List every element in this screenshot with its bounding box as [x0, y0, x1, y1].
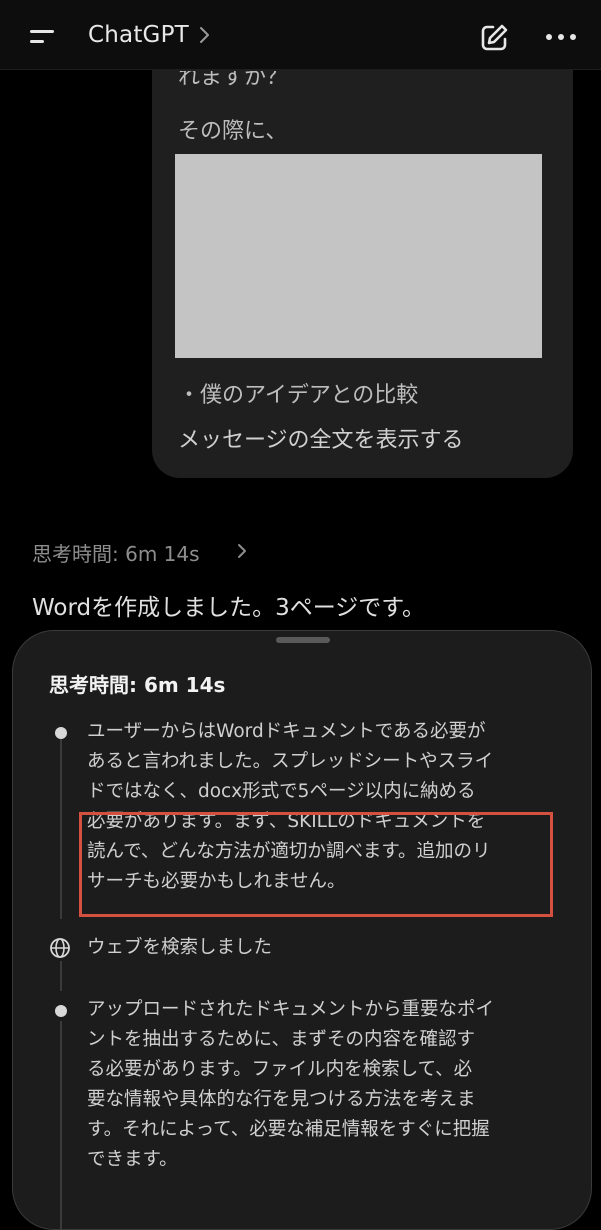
app-title[interactable]: ChatGPT [88, 22, 189, 48]
user-message-line: その際に、 [178, 119, 288, 144]
redacted-block [175, 154, 542, 358]
user-message-line: れますか？ [178, 71, 289, 90]
timeline-connector [60, 739, 62, 919]
timeline-connector [60, 961, 62, 991]
sheet-grabber[interactable] [276, 637, 330, 643]
globe-icon [50, 938, 70, 958]
thought-line: ドではなく、docx形式で5ページ以内に納める [87, 781, 476, 802]
assistant-reply: Wordを作成しました。3ページです。 [32, 595, 425, 621]
timeline-connector [60, 1021, 62, 1229]
thought-line: できます。 [87, 1149, 178, 1170]
thought-line: あると言われました。スプレッドシートやスライ [87, 751, 494, 772]
thought-line: る必要があります。ファイル内を検索して、必 [87, 1059, 473, 1080]
thought-line: 要な情報や具体的な行を見つける方法を考えま [87, 1089, 476, 1110]
more-icon[interactable] [543, 30, 579, 44]
thought-line: ユーザーからはWordドキュメントである必要が [87, 721, 486, 742]
thought-line: アップロードされたドキュメントから重要なポイ [87, 999, 495, 1020]
thought-line: ントを抽出するために、まずその内容を確認す [87, 1029, 475, 1050]
chevron-right-icon[interactable] [236, 543, 248, 559]
sheet-title: 思考時間: 6m 14s [49, 673, 226, 697]
step-bullet [55, 1005, 67, 1017]
step-bullet [55, 727, 67, 739]
top-bar: ChatGPT [0, 0, 601, 70]
thought-step: アップロードされたドキュメントから重要なポイ ントを抽出するために、まずその内容… [87, 995, 494, 1175]
user-message-content: れますか？ その際に、 ・僕のアイデアとの比較 メッセージの全文を表示する [152, 71, 573, 481]
thinking-time-summary[interactable]: 思考時間: 6m 14s [32, 538, 200, 567]
new-chat-icon[interactable] [478, 22, 510, 54]
web-search-step[interactable]: ウェブを検索しました [87, 933, 272, 963]
show-full-message-link[interactable]: メッセージの全文を表示する [178, 422, 464, 454]
thinking-details-sheet: 思考時間: 6m 14s ユーザーからはWordドキュメントである必要が あると… [12, 630, 592, 1230]
highlight-annotation-box [79, 812, 553, 917]
chevron-right-icon[interactable] [199, 25, 211, 45]
user-message-bullet: ・僕のアイデアとの比較 [178, 383, 419, 408]
thought-line: す。それによって、必要な補足情報をすぐに把握 [87, 1119, 490, 1140]
menu-icon[interactable] [22, 22, 62, 52]
